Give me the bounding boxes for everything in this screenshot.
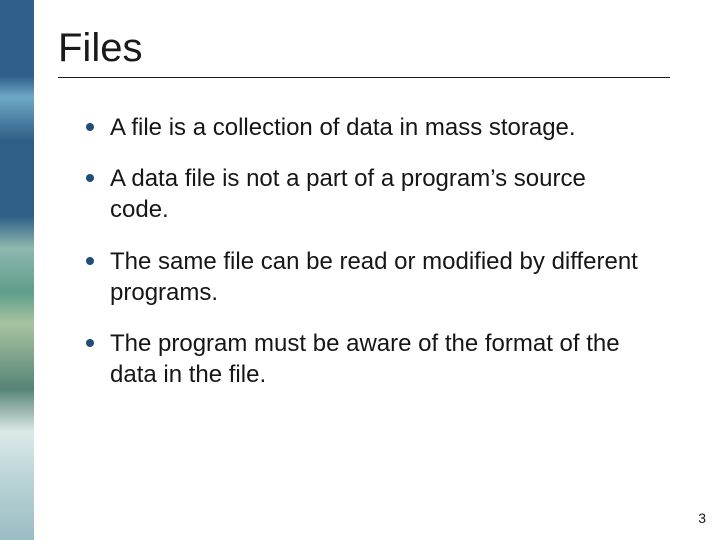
list-item: The program must be aware of the format … (86, 328, 690, 390)
bullet-icon (86, 174, 94, 182)
bullet-text: A file is a collection of data in mass s… (110, 112, 576, 143)
bullet-list: A file is a collection of data in mass s… (58, 112, 690, 390)
list-item: A file is a collection of data in mass s… (86, 112, 690, 143)
bullet-text: The program must be aware of the format … (110, 328, 650, 390)
decorative-sidebar (0, 0, 34, 540)
slide-content: Files A file is a collection of data in … (58, 26, 690, 410)
bullet-text: The same file can be read or modified by… (110, 246, 650, 308)
bullet-icon (86, 123, 94, 131)
slide-title: Files (58, 26, 670, 78)
bullet-icon (86, 257, 94, 265)
bullet-icon (86, 339, 94, 347)
list-item: A data file is not a part of a program’s… (86, 163, 690, 225)
page-number: 3 (698, 510, 706, 526)
bullet-text: A data file is not a part of a program’s… (110, 163, 650, 225)
list-item: The same file can be read or modified by… (86, 246, 690, 308)
